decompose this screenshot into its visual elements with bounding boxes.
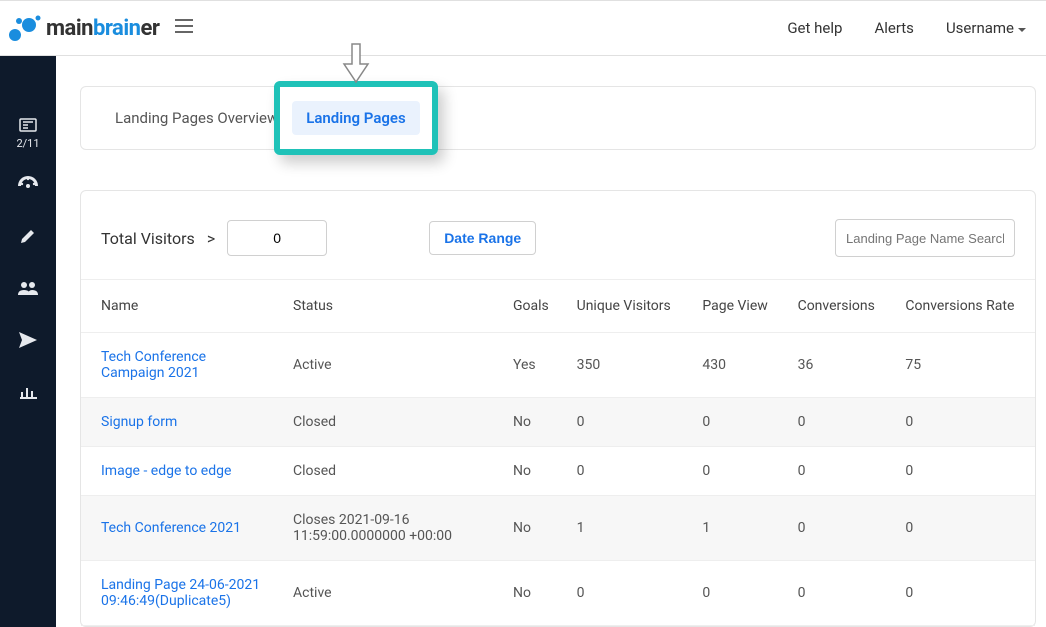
row-page_view: 430 <box>690 333 785 398</box>
shell: 2/11 <box>0 56 1046 627</box>
row-unique: 1 <box>565 496 691 561</box>
username-menu[interactable]: Username <box>946 19 1026 37</box>
header-status[interactable]: Status <box>281 280 501 333</box>
paper-plane-icon <box>18 330 38 350</box>
row-status: Active <box>281 561 501 626</box>
topbar: mainbrainer Get help Alerts Username <box>0 0 1046 56</box>
sidebar-analytics[interactable] <box>0 366 56 418</box>
table-header-row: Name Status Goals Unique Visitors Page V… <box>81 280 1035 333</box>
row-rate: 0 <box>893 398 1035 447</box>
header-name[interactable]: Name <box>81 280 281 333</box>
row-conversions: 0 <box>786 447 894 496</box>
header-conversions[interactable]: Conversions <box>786 280 894 333</box>
row-rate: 0 <box>893 447 1035 496</box>
dashboard-icon <box>18 174 38 194</box>
row-page_view: 0 <box>690 561 785 626</box>
pencil-icon <box>18 226 38 246</box>
row-status: Closed <box>281 398 501 447</box>
row-page_view: 0 <box>690 398 785 447</box>
row-conversions: 36 <box>786 333 894 398</box>
newspaper-icon <box>18 115 38 135</box>
row-name-link[interactable]: Tech Conference Campaign 2021 <box>81 333 281 398</box>
row-conversions: 0 <box>786 561 894 626</box>
row-page_view: 1 <box>690 496 785 561</box>
logo[interactable]: mainbrainer <box>8 14 159 42</box>
username-label: Username <box>946 19 1014 37</box>
row-page_view: 0 <box>690 447 785 496</box>
tab-landing-pages[interactable]: Landing Pages <box>292 101 419 135</box>
chart-icon <box>18 382 38 402</box>
table-row: Tech Conference Campaign 2021ActiveYes35… <box>81 333 1035 398</box>
row-status: Closes 2021-09-16 11:59:00.0000000 +00:0… <box>281 496 501 561</box>
row-unique: 0 <box>565 447 691 496</box>
filters-row: Total Visitors > Date Range <box>81 219 1035 279</box>
date-range-button[interactable]: Date Range <box>429 221 536 255</box>
table-row: Landing Page 24-06-2021 09:46:49(Duplica… <box>81 561 1035 626</box>
get-help-link[interactable]: Get help <box>787 19 842 37</box>
row-unique: 350 <box>565 333 691 398</box>
sidebar-counter[interactable]: 2/11 <box>0 106 56 158</box>
chevron-down-icon <box>1018 19 1026 37</box>
topbar-right: Get help Alerts Username <box>787 19 1026 37</box>
visitors-input[interactable] <box>227 220 327 256</box>
row-name-link[interactable]: Landing Page 24-06-2021 09:46:49(Duplica… <box>81 561 281 626</box>
logo-icon <box>8 14 42 42</box>
row-status: Active <box>281 333 501 398</box>
row-goals: Yes <box>501 333 565 398</box>
row-conversions: 0 <box>786 398 894 447</box>
main: Landing Pages Overview Landing Pages Tot… <box>56 56 1046 627</box>
logo-text: mainbrainer <box>46 16 159 41</box>
table-row: Image - edge to edgeClosedNo0000 <box>81 447 1035 496</box>
row-name-link[interactable]: Signup form <box>81 398 281 447</box>
row-status: Closed <box>281 447 501 496</box>
row-goals: No <box>501 496 565 561</box>
table-row: Tech Conference 2021Closes 2021-09-16 11… <box>81 496 1035 561</box>
sidebar-dashboard[interactable] <box>0 158 56 210</box>
row-name-link[interactable]: Image - edge to edge <box>81 447 281 496</box>
table-row: Signup formClosedNo0000 <box>81 398 1035 447</box>
row-rate: 0 <box>893 496 1035 561</box>
sidebar-users[interactable] <box>0 262 56 314</box>
topbar-left: mainbrainer <box>8 14 197 42</box>
row-rate: 0 <box>893 561 1035 626</box>
header-unique[interactable]: Unique Visitors <box>565 280 691 333</box>
header-rate[interactable]: Conversions Rate <box>893 280 1035 333</box>
search-input[interactable] <box>835 219 1015 257</box>
total-visitors-label: Total Visitors <box>101 229 195 248</box>
sidebar-send[interactable] <box>0 314 56 366</box>
row-goals: No <box>501 447 565 496</box>
landing-pages-table: Name Status Goals Unique Visitors Page V… <box>81 279 1035 626</box>
row-conversions: 0 <box>786 496 894 561</box>
row-rate: 75 <box>893 333 1035 398</box>
row-name-link[interactable]: Tech Conference 2021 <box>81 496 281 561</box>
sidebar: 2/11 <box>0 56 56 627</box>
header-page-view[interactable]: Page View <box>690 280 785 333</box>
row-goals: No <box>501 398 565 447</box>
row-goals: No <box>501 561 565 626</box>
users-icon <box>18 278 38 298</box>
row-unique: 0 <box>565 561 691 626</box>
tabs-card: Landing Pages Overview Landing Pages <box>80 86 1036 150</box>
header-goals[interactable]: Goals <box>501 280 565 333</box>
sidebar-edit[interactable] <box>0 210 56 262</box>
tab-overview[interactable]: Landing Pages Overview <box>101 101 292 135</box>
gt-symbol: > <box>207 229 215 248</box>
hamburger-menu-icon[interactable] <box>171 15 197 41</box>
alerts-link[interactable]: Alerts <box>874 19 914 37</box>
row-unique: 0 <box>565 398 691 447</box>
content-card: Total Visitors > Date Range Name Status … <box>80 190 1036 627</box>
